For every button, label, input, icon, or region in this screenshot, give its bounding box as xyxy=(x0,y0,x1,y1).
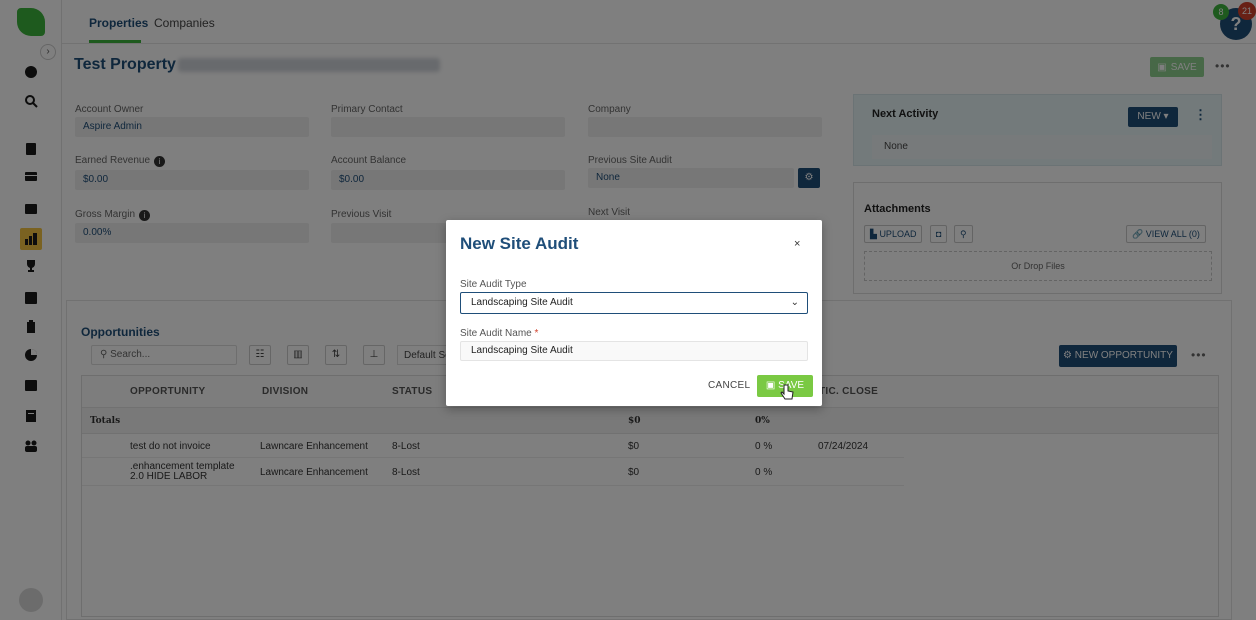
cancel-button[interactable]: CANCEL xyxy=(708,380,750,391)
site-audit-type-label: Site Audit Type xyxy=(460,279,527,290)
chevron-down-icon: ⌄ xyxy=(790,297,799,308)
new-site-audit-dialog: New Site Audit × Site Audit Type Landsca… xyxy=(446,220,822,406)
dialog-title: New Site Audit xyxy=(460,234,579,253)
required-indicator: * xyxy=(534,328,539,339)
close-icon[interactable]: × xyxy=(794,238,800,250)
site-audit-name-label: Site Audit Name * xyxy=(460,328,539,339)
hand-cursor-icon xyxy=(780,384,794,400)
site-audit-name-input[interactable]: Landscaping Site Audit xyxy=(460,341,808,361)
save-icon: ▣ xyxy=(765,380,776,391)
selected-value: Landscaping Site Audit xyxy=(471,297,573,308)
site-audit-type-select[interactable]: Landscaping Site Audit ⌄ xyxy=(460,292,808,314)
